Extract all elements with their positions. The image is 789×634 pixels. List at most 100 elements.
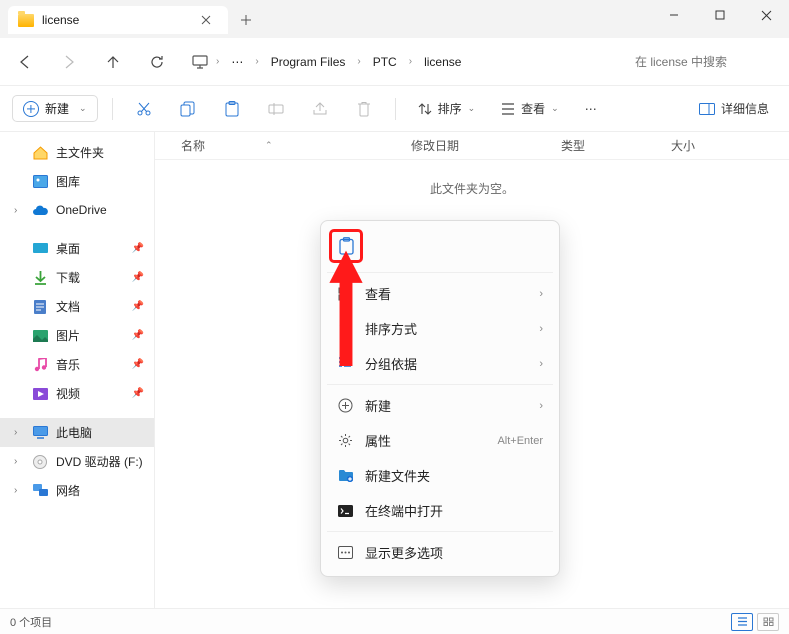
new-label: 新建 [45, 100, 69, 117]
forward-button[interactable] [54, 47, 84, 77]
item-count: 0 个项目 [10, 614, 52, 630]
col-date[interactable]: 修改日期 [411, 137, 561, 154]
new-tab-button[interactable] [232, 6, 260, 34]
context-menu: 查看› 排序方式› 分组依据› 新建› 属性Alt+Enter 新建文件夹 在终… [320, 220, 560, 577]
col-size[interactable]: 大小 [671, 137, 789, 154]
cloud-icon [32, 202, 48, 218]
separator [395, 98, 396, 120]
sidebar-this-pc[interactable]: ›此电脑 [0, 418, 154, 447]
view-icon [337, 286, 353, 302]
search-input[interactable] [629, 47, 779, 77]
sidebar-network[interactable]: ›网络 [0, 476, 154, 505]
ctx-properties[interactable]: 属性Alt+Enter [327, 423, 553, 458]
sidebar-music[interactable]: 音乐📌 [0, 350, 154, 379]
sidebar-videos[interactable]: 视频📌 [0, 379, 154, 408]
up-button[interactable] [98, 47, 128, 77]
disc-icon [32, 454, 48, 470]
more-icon [337, 545, 353, 561]
address-bar: › ⋯ › Program Files › PTC › license [0, 38, 789, 86]
chevron-right-icon: › [255, 56, 258, 67]
pin-icon: 📌 [132, 272, 144, 283]
browser-tab[interactable]: license [8, 6, 228, 34]
close-tab-button[interactable] [198, 12, 214, 28]
tab-title: license [42, 13, 190, 27]
chevron-right-icon: › [539, 323, 543, 335]
music-icon [32, 357, 48, 373]
details-button[interactable]: 详细信息 [691, 96, 777, 121]
chevron-right-icon: › [409, 56, 412, 67]
col-name[interactable]: 名称⌃ [181, 137, 411, 154]
details-icon [699, 103, 715, 115]
view-icon [501, 103, 515, 115]
pc-icon [32, 425, 48, 441]
maximize-button[interactable] [697, 0, 743, 30]
ctx-group[interactable]: 分组依据› [327, 346, 553, 381]
copy-button[interactable] [171, 92, 205, 126]
monitor-icon[interactable] [192, 54, 208, 70]
chevron-right-icon: › [216, 56, 219, 67]
column-headers: 名称⌃ 修改日期 类型 大小 [155, 132, 789, 160]
icons-view-toggle[interactable] [757, 613, 779, 631]
pictures-icon [32, 328, 48, 344]
sidebar-downloads[interactable]: 下载📌 [0, 263, 154, 292]
sidebar-dvd[interactable]: ›DVD 驱动器 (F:) [0, 447, 154, 476]
paste-icon-button[interactable] [329, 229, 363, 263]
chevron-right-icon: › [539, 288, 543, 300]
ctx-new[interactable]: 新建› [327, 388, 553, 423]
breadcrumb: › ⋯ › Program Files › PTC › license [186, 51, 615, 73]
sidebar-gallery[interactable]: 图库 [0, 167, 154, 196]
ctx-terminal[interactable]: 在终端中打开 [327, 493, 553, 528]
folder-icon [18, 14, 34, 27]
close-button[interactable] [743, 0, 789, 30]
rename-button[interactable] [259, 92, 293, 126]
breadcrumb-ellipsis[interactable]: ⋯ [227, 51, 247, 73]
ctx-more[interactable]: 显示更多选项 [327, 535, 553, 570]
plus-circle-icon [337, 398, 353, 414]
sort-button[interactable]: 排序 ⌄ [410, 96, 484, 121]
pin-icon: 📌 [132, 301, 144, 312]
minimize-button[interactable] [651, 0, 697, 30]
separator [327, 531, 553, 532]
gallery-icon [32, 174, 48, 190]
sidebar-documents[interactable]: 文档📌 [0, 292, 154, 321]
plus-circle-icon [23, 101, 39, 117]
sidebar-home[interactable]: 主文件夹 [0, 138, 154, 167]
video-icon [32, 386, 48, 402]
chevron-right-icon: › [14, 456, 24, 467]
document-icon [32, 299, 48, 315]
refresh-button[interactable] [142, 47, 172, 77]
pin-icon: 📌 [132, 359, 144, 370]
breadcrumb-item[interactable]: PTC [369, 51, 401, 73]
details-view-toggle[interactable] [731, 613, 753, 631]
back-button[interactable] [10, 47, 40, 77]
new-button[interactable]: 新建 ⌄ [12, 95, 98, 122]
ctx-new-folder[interactable]: 新建文件夹 [327, 458, 553, 493]
delete-button[interactable] [347, 92, 381, 126]
chevron-right-icon: › [357, 56, 360, 67]
chevron-right-icon: › [14, 205, 24, 216]
download-icon [32, 270, 48, 286]
cut-button[interactable] [127, 92, 161, 126]
breadcrumb-item[interactable]: Program Files [267, 51, 350, 73]
breadcrumb-item[interactable]: license [420, 51, 465, 73]
chevron-right-icon: › [539, 358, 543, 370]
separator [327, 384, 553, 385]
share-button[interactable] [303, 92, 337, 126]
view-label: 查看 [521, 100, 545, 117]
sidebar-pictures[interactable]: 图片📌 [0, 321, 154, 350]
sidebar-onedrive[interactable]: ›OneDrive [0, 196, 154, 224]
empty-folder-message: 此文件夹为空。 [155, 180, 789, 197]
chevron-down-icon: ⌄ [468, 103, 476, 114]
gear-icon [337, 433, 353, 449]
col-type[interactable]: 类型 [561, 137, 671, 154]
chevron-right-icon: › [539, 400, 543, 412]
ctx-sort[interactable]: 排序方式› [327, 311, 553, 346]
window-controls [651, 0, 789, 30]
sidebar-desktop[interactable]: 桌面📌 [0, 234, 154, 263]
paste-button[interactable] [215, 92, 249, 126]
more-button[interactable]: ⋯ [577, 98, 605, 120]
view-button[interactable]: 查看 ⌄ [493, 96, 567, 121]
details-label: 详细信息 [721, 100, 769, 117]
chevron-right-icon: › [14, 485, 24, 496]
ctx-view[interactable]: 查看› [327, 276, 553, 311]
